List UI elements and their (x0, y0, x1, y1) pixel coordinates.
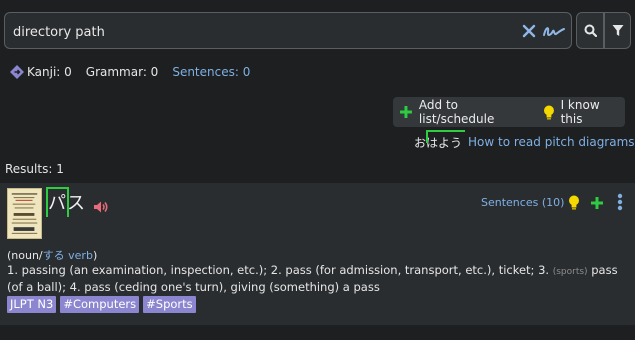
kanji-count: Kanji: 0 (27, 65, 72, 79)
definitions: 1. passing (an examination, inspection, … (7, 263, 618, 294)
headword: パス (46, 187, 86, 217)
result-entry: パス Sentences (10) (noun/する verb) 1. pass… (0, 183, 635, 325)
field-tag: (sports) (552, 267, 588, 277)
pitch-accent-marker (46, 187, 69, 217)
lightbulb-icon[interactable] (543, 105, 555, 120)
tag-jlpt[interactable]: JLPT N3 (7, 296, 57, 313)
add-to-list-button[interactable]: Add to list/schedule (419, 98, 537, 126)
plus-icon[interactable] (590, 196, 604, 210)
result-stats: Kanji: 0 Grammar: 0 Sentences: 0 (9, 64, 264, 80)
pitch-diagram-help-link[interactable]: How to read pitch diagrams (468, 135, 635, 149)
tag-computers[interactable]: #Computers (60, 296, 140, 313)
filter-icon (612, 25, 623, 36)
kebab-icon[interactable] (617, 193, 623, 211)
grammar-count: Grammar: 0 (85, 65, 159, 79)
handwriting-icon[interactable] (542, 23, 566, 41)
suru-link[interactable]: する (43, 249, 65, 262)
tag-list: JLPT N3 #Computers #Sports (7, 296, 196, 313)
plus-icon[interactable] (399, 105, 413, 119)
results-count: Results: 1 (5, 162, 64, 176)
i-know-this-button[interactable]: I know this (561, 98, 625, 126)
close-icon[interactable] (522, 24, 536, 38)
part-of-speech: (noun/する verb) (7, 249, 98, 262)
pitch-accent-line (426, 129, 465, 143)
diamond-icon (10, 65, 24, 79)
pitch-example: おはよう (414, 129, 465, 151)
action-bar: Add to list/schedule I know this (393, 97, 625, 127)
verb-link[interactable]: verb (65, 249, 93, 262)
sentences-count-link[interactable]: Sentences: 0 (172, 65, 250, 79)
entry-sentences-link[interactable]: Sentences (10) (481, 196, 564, 209)
search-icon (584, 24, 597, 37)
lightbulb-icon[interactable] (568, 195, 580, 210)
pitch-help: おはよう How to read pitch diagrams (414, 129, 635, 151)
search-button[interactable] (576, 12, 604, 49)
speaker-icon[interactable] (93, 200, 109, 214)
filter-button[interactable] (604, 12, 631, 49)
entry-image[interactable] (7, 188, 42, 239)
search-input[interactable] (13, 22, 503, 42)
tag-sports[interactable]: #Sports (143, 296, 196, 313)
search-box[interactable] (4, 12, 572, 49)
